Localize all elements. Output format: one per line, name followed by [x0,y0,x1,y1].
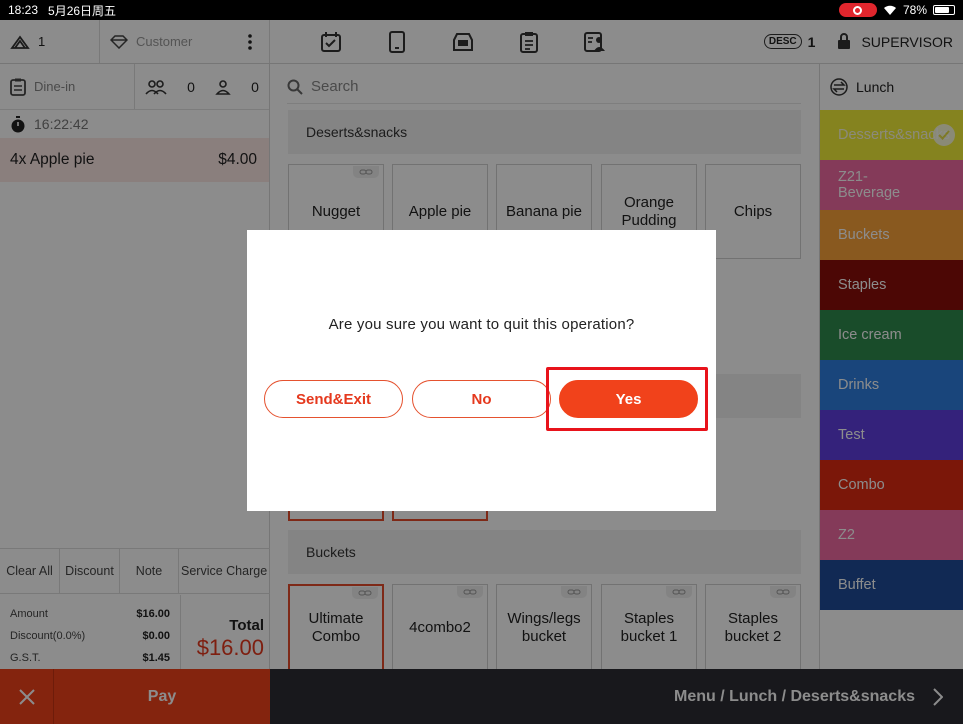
screen-record-icon [838,3,877,17]
no-button[interactable]: No [412,380,551,418]
battery-icon [933,5,955,15]
dialog-message: Are you sure you want to quit this opera… [328,316,635,333]
highlight-box [546,367,708,431]
wifi-icon [883,5,896,15]
send-exit-button[interactable]: Send&Exit [264,380,403,418]
battery-percent: 78% [902,3,927,17]
status-time: 18:23 [8,3,39,17]
status-bar: 18:23 5月26日周五 78% [0,0,963,20]
status-date: 5月26日周五 [48,3,117,18]
